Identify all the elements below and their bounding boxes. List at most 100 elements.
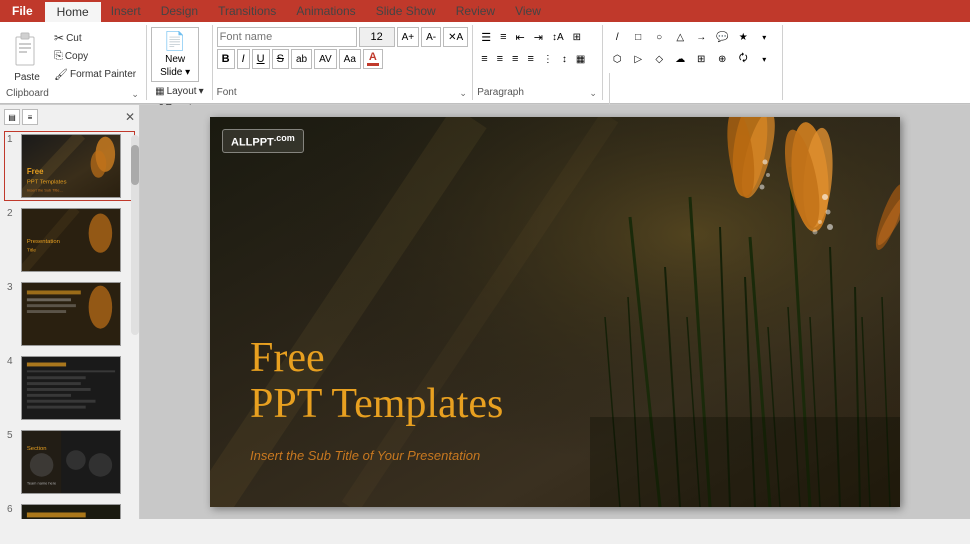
slide-item-1[interactable]: 1 Free PPT Templates Insert the Sub Tit (4, 131, 135, 201)
shape-5[interactable]: ☁ (670, 49, 690, 69)
shape-6[interactable]: ⊞ (691, 49, 711, 69)
slide-thumb-6 (21, 504, 121, 519)
shape-7[interactable]: ⊕ (712, 49, 732, 69)
new-slide-button[interactable]: 📄 New Slide ▾ (151, 27, 199, 82)
slide-logo: ALLPPT.com (222, 129, 304, 153)
font-color-button[interactable]: A (363, 49, 383, 69)
shape-3[interactable]: ▷ (628, 49, 648, 69)
spacing-button[interactable]: AV (314, 49, 337, 69)
convert-button[interactable]: ⊞ (569, 27, 585, 47)
line-spacing-button[interactable]: ↕ (558, 49, 571, 69)
columns-button[interactable]: ⋮ (539, 49, 557, 69)
font-shrink-button[interactable]: A- (421, 27, 441, 47)
slide-panel: ▤ ≡ ✕ 1 Free (0, 105, 140, 519)
cut-button[interactable]: ✂ Cut (50, 29, 140, 47)
svg-text:Free: Free (27, 167, 44, 176)
shape-2[interactable]: ⬡ (607, 49, 627, 69)
drawing-group: / □ ○ △ → 💬 ★ ▾ ⬡ ▷ ◇ ☁ ⊞ (603, 25, 783, 100)
copy-button[interactable]: ⎘ Copy (50, 48, 140, 65)
slide-thumb-3 (21, 282, 121, 346)
bold-button[interactable]: B (217, 49, 235, 69)
outline-view-button[interactable]: ≡ (22, 109, 38, 125)
slide-main-area: ALLPPT.com FreePPT Templates Insert the … (140, 105, 970, 519)
slide-item-5[interactable]: 5 Section Team name here (4, 427, 135, 497)
svg-text:Presentation: Presentation (27, 239, 60, 245)
tab-review[interactable]: Review (446, 0, 505, 22)
file-tab[interactable]: File (0, 0, 45, 22)
shape-triangle[interactable]: △ (670, 27, 690, 47)
slide-thumb-5: Section Team name here (21, 430, 121, 494)
slide-number-5: 5 (7, 430, 17, 441)
panel-scrollbar[interactable] (131, 135, 139, 335)
shadow-button[interactable]: ab (291, 49, 312, 69)
text-direction-button[interactable]: ↕A (548, 27, 568, 47)
shape-star[interactable]: ★ (733, 27, 753, 47)
slide-item-4[interactable]: 4 (4, 353, 135, 423)
align-left-button[interactable]: ≡ (477, 49, 491, 69)
tab-transitions[interactable]: Transitions (208, 0, 286, 22)
paragraph-expand-icon[interactable]: ⌄ (588, 88, 598, 98)
slide-item-6[interactable]: 6 (4, 501, 135, 519)
slide-item-2[interactable]: 2 Presentation Title (4, 205, 135, 275)
svg-text:PPT Templates: PPT Templates (27, 180, 67, 186)
font-size-button[interactable]: 12 (359, 27, 395, 47)
tab-home[interactable]: Home (45, 0, 101, 22)
slide-number-3: 3 (7, 282, 17, 293)
shape-oval[interactable]: ○ (649, 27, 669, 47)
svg-text:Section: Section (27, 446, 47, 452)
case-button[interactable]: Aa (339, 49, 361, 69)
clipboard-label: Clipboard ⌄ (6, 86, 140, 99)
slide-item-3[interactable]: 3 (4, 279, 135, 349)
strikethrough-button[interactable]: S (272, 49, 289, 69)
ribbon-content: Paste ✂ Cut ⎘ Copy 🖌 Format Painter (0, 22, 970, 104)
tab-design[interactable]: Design (151, 0, 208, 22)
main-area: ▤ ≡ ✕ 1 Free (0, 105, 970, 519)
layout-button[interactable]: ▦ Layout ▾ (151, 84, 208, 99)
underline-button[interactable]: U (252, 49, 270, 69)
italic-button[interactable]: I (237, 49, 250, 69)
slide-canvas[interactable]: ALLPPT.com FreePPT Templates Insert the … (210, 117, 900, 507)
numbering-button[interactable]: ≡ (496, 27, 510, 47)
shape-rect[interactable]: □ (628, 27, 648, 47)
shape-callout[interactable]: 💬 (712, 27, 732, 47)
clipboard-expand-icon[interactable]: ⌄ (130, 89, 140, 99)
indent-more-button[interactable]: ⇥ (530, 27, 547, 47)
font-expand-icon[interactable]: ⌄ (458, 88, 468, 98)
tab-insert[interactable]: Insert (101, 0, 151, 22)
slides-group: 📄 New Slide ▾ ▦ Layout ▾ ↺ Reset ≡ Secti… (147, 25, 213, 100)
ribbon: Paste ✂ Cut ⎘ Copy 🖌 Format Painter (0, 22, 970, 105)
slide-number-1: 1 (7, 134, 17, 145)
font-group: 12 A+ A- ✕A B I U S ab AV Aa (213, 25, 474, 100)
align-center-button[interactable]: ≡ (493, 49, 507, 69)
shape-8[interactable]: 🗘 (733, 49, 753, 69)
new-slide-icon: 📄 (164, 31, 186, 52)
font-clear-button[interactable]: ✕A (443, 27, 468, 47)
align-right-button[interactable]: ≡ (508, 49, 522, 69)
font-name-input[interactable] (217, 27, 357, 47)
tab-slideshow[interactable]: Slide Show (366, 0, 446, 22)
shape-line[interactable]: / (607, 27, 627, 47)
chart-button[interactable]: ▦ (572, 49, 589, 69)
shape-4[interactable]: ◇ (649, 49, 669, 69)
paste-button[interactable]: Paste (6, 27, 48, 86)
slides-view-button[interactable]: ▤ (4, 109, 20, 125)
bullets-button[interactable]: ☰ (477, 27, 495, 47)
panel-close-button[interactable]: ✕ (125, 110, 135, 124)
tab-animations[interactable]: Animations (286, 0, 365, 22)
format-painter-button[interactable]: 🖌 Format Painter (50, 66, 140, 83)
indent-less-button[interactable]: ⇤ (512, 27, 529, 47)
shape-more[interactable]: ▾ (754, 27, 774, 47)
font-grow-button[interactable]: A+ (397, 27, 420, 47)
format-painter-icon: 🖌 (54, 68, 68, 81)
slide-number-6: 6 (7, 504, 17, 515)
slide-thumb-2: Presentation Title (21, 208, 121, 272)
shape-arrow[interactable]: → (691, 27, 711, 47)
slide-thumb-4 (21, 356, 121, 420)
layout-icon: ▦ (155, 86, 164, 97)
cut-icon: ✂ (54, 31, 64, 45)
tab-view[interactable]: View (505, 0, 551, 22)
slide-subtitle: Insert the Sub Title of Your Presentatio… (250, 448, 480, 463)
shapes-scroll[interactable]: ▾ (754, 49, 774, 69)
font-label: Font ⌄ (217, 85, 469, 98)
justify-button[interactable]: ≡ (523, 49, 537, 69)
